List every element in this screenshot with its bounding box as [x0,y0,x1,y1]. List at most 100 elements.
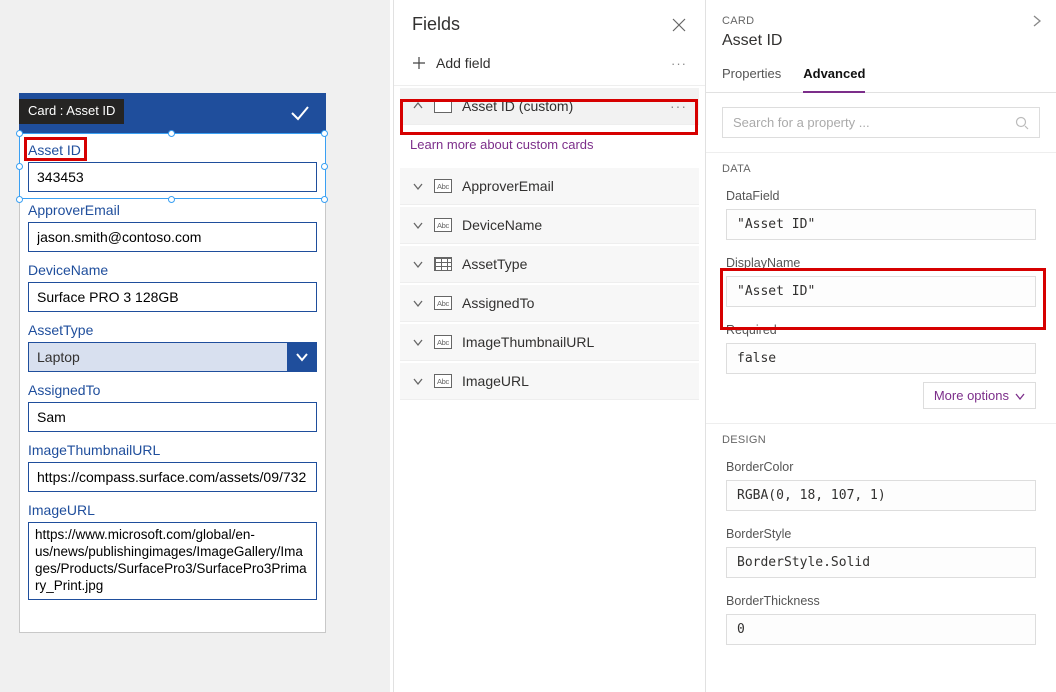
field-item-label: AssignedTo [462,295,534,311]
field-asset-type[interactable]: AssetType Laptop [20,314,325,374]
prop-value-borderthickness[interactable]: 0 [726,614,1036,645]
add-field-button[interactable]: Add field [412,55,490,71]
prop-value-datafield[interactable]: "Asset ID" [726,209,1036,240]
chevron-down-icon[interactable] [412,298,424,308]
chevron-down-icon[interactable] [412,181,424,191]
text-icon [434,296,452,310]
section-design: DESIGN [706,423,1056,452]
more-icon[interactable]: ··· [670,98,687,114]
properties-panel: CARD Asset ID Properties Advanced Search… [706,0,1056,692]
resize-handle[interactable] [321,196,328,203]
prop-label-displayname: DisplayName [706,248,1056,274]
prop-value-borderstyle[interactable]: BorderStyle.Solid [726,547,1036,578]
text-icon [434,335,452,349]
more-options-button[interactable]: More options [923,382,1036,409]
field-approver-email[interactable]: ApproverEmail [20,194,325,254]
property-search-input[interactable]: Search for a property ... [722,107,1040,138]
image-thumbnail-url-input[interactable] [28,462,317,492]
breadcrumb: CARD [722,15,754,27]
prop-label-datafield: DataField [706,181,1056,207]
field-item-label: Asset ID (custom) [462,98,573,114]
close-icon[interactable] [671,17,687,33]
prop-value-required[interactable]: false [726,343,1036,374]
field-label: AssignedTo [28,380,317,402]
plus-icon [412,56,426,70]
search-icon [1015,116,1029,130]
field-label: Asset ID [28,140,317,162]
prop-label-bordercolor: BorderColor [706,452,1056,478]
prop-label-required: Required [706,315,1056,341]
fields-panel: Fields Add field ··· Asset ID (custom) ·… [393,0,706,692]
image-url-textarea[interactable] [28,522,317,600]
field-item-approver-email[interactable]: ApproverEmail [400,168,699,205]
field-label: ImageThumbnailURL [28,440,317,462]
chevron-down-icon[interactable] [412,337,424,347]
field-label: ImageURL [28,500,317,522]
search-placeholder: Search for a property ... [733,115,870,130]
learn-more-link[interactable]: Learn more about custom cards [394,127,705,166]
approver-email-input[interactable] [28,222,317,252]
resize-handle[interactable] [16,163,23,170]
chevron-down-icon[interactable] [412,376,424,386]
field-item-label: DeviceName [462,217,542,233]
asset-type-select[interactable]: Laptop [28,342,317,372]
tab-properties[interactable]: Properties [722,60,781,92]
field-image-url[interactable]: ImageURL [20,494,325,605]
resize-handle[interactable] [321,163,328,170]
tab-advanced[interactable]: Advanced [803,60,865,93]
resize-handle[interactable] [16,130,23,137]
field-device-name[interactable]: DeviceName [20,254,325,314]
field-image-thumbnail-url[interactable]: ImageThumbnailURL [20,434,325,494]
more-options-label: More options [934,388,1009,403]
resize-handle[interactable] [168,196,175,203]
chevron-up-icon[interactable] [412,101,424,111]
prop-value-displayname[interactable]: "Asset ID" [726,276,1036,307]
chevron-down-icon [1015,391,1025,401]
field-item-assigned-to[interactable]: AssignedTo [400,285,699,322]
field-item-asset-id[interactable]: Asset ID (custom) ··· [400,88,699,125]
field-assigned-to[interactable]: AssignedTo [20,374,325,434]
prop-label-borderthickness: BorderThickness [706,586,1056,612]
field-item-image-url[interactable]: ImageURL [400,363,699,400]
field-item-label: AssetType [462,256,527,272]
text-icon [434,179,452,193]
field-label: ApproverEmail [28,200,317,222]
text-icon [434,218,452,232]
chevron-right-icon[interactable] [1032,14,1042,28]
table-icon [434,257,452,271]
chevron-down-icon[interactable] [287,342,317,372]
field-item-label: ImageURL [462,373,529,389]
more-icon[interactable]: ··· [671,56,687,71]
card-icon [434,99,452,113]
field-asset-id[interactable]: Asset ID [20,134,325,194]
fields-list: Asset ID (custom) ··· Learn more about c… [394,88,705,400]
field-item-device-name[interactable]: DeviceName [400,207,699,244]
submit-check-icon[interactable] [288,101,312,125]
card-tooltip: Card : Asset ID [19,99,124,124]
chevron-down-icon[interactable] [412,259,424,269]
resize-handle[interactable] [16,196,23,203]
prop-value-bordercolor[interactable]: RGBA(0, 18, 107, 1) [726,480,1036,511]
select-value: Laptop [28,342,287,372]
field-label: AssetType [28,320,317,342]
text-icon [434,374,452,388]
assigned-to-input[interactable] [28,402,317,432]
asset-id-input[interactable] [28,162,317,192]
field-item-label: ApproverEmail [462,178,554,194]
field-item-label: ImageThumbnailURL [462,334,594,350]
chevron-down-icon[interactable] [412,220,424,230]
add-field-label: Add field [436,55,490,71]
property-tabs: Properties Advanced [706,60,1056,93]
section-data: DATA [706,152,1056,181]
canvas-area: Card : Asset ID Asset ID ApproverEmail D… [0,0,390,692]
resize-handle[interactable] [321,130,328,137]
field-item-image-thumbnail-url[interactable]: ImageThumbnailURL [400,324,699,361]
field-item-asset-type[interactable]: AssetType [400,246,699,283]
panel-title: Asset ID [706,30,1056,60]
fields-panel-title: Fields [412,14,460,35]
prop-label-borderstyle: BorderStyle [706,519,1056,545]
resize-handle[interactable] [168,130,175,137]
device-name-input[interactable] [28,282,317,312]
form-card[interactable]: Asset ID ApproverEmail DeviceName AssetT… [19,133,326,633]
field-label: DeviceName [28,260,317,282]
